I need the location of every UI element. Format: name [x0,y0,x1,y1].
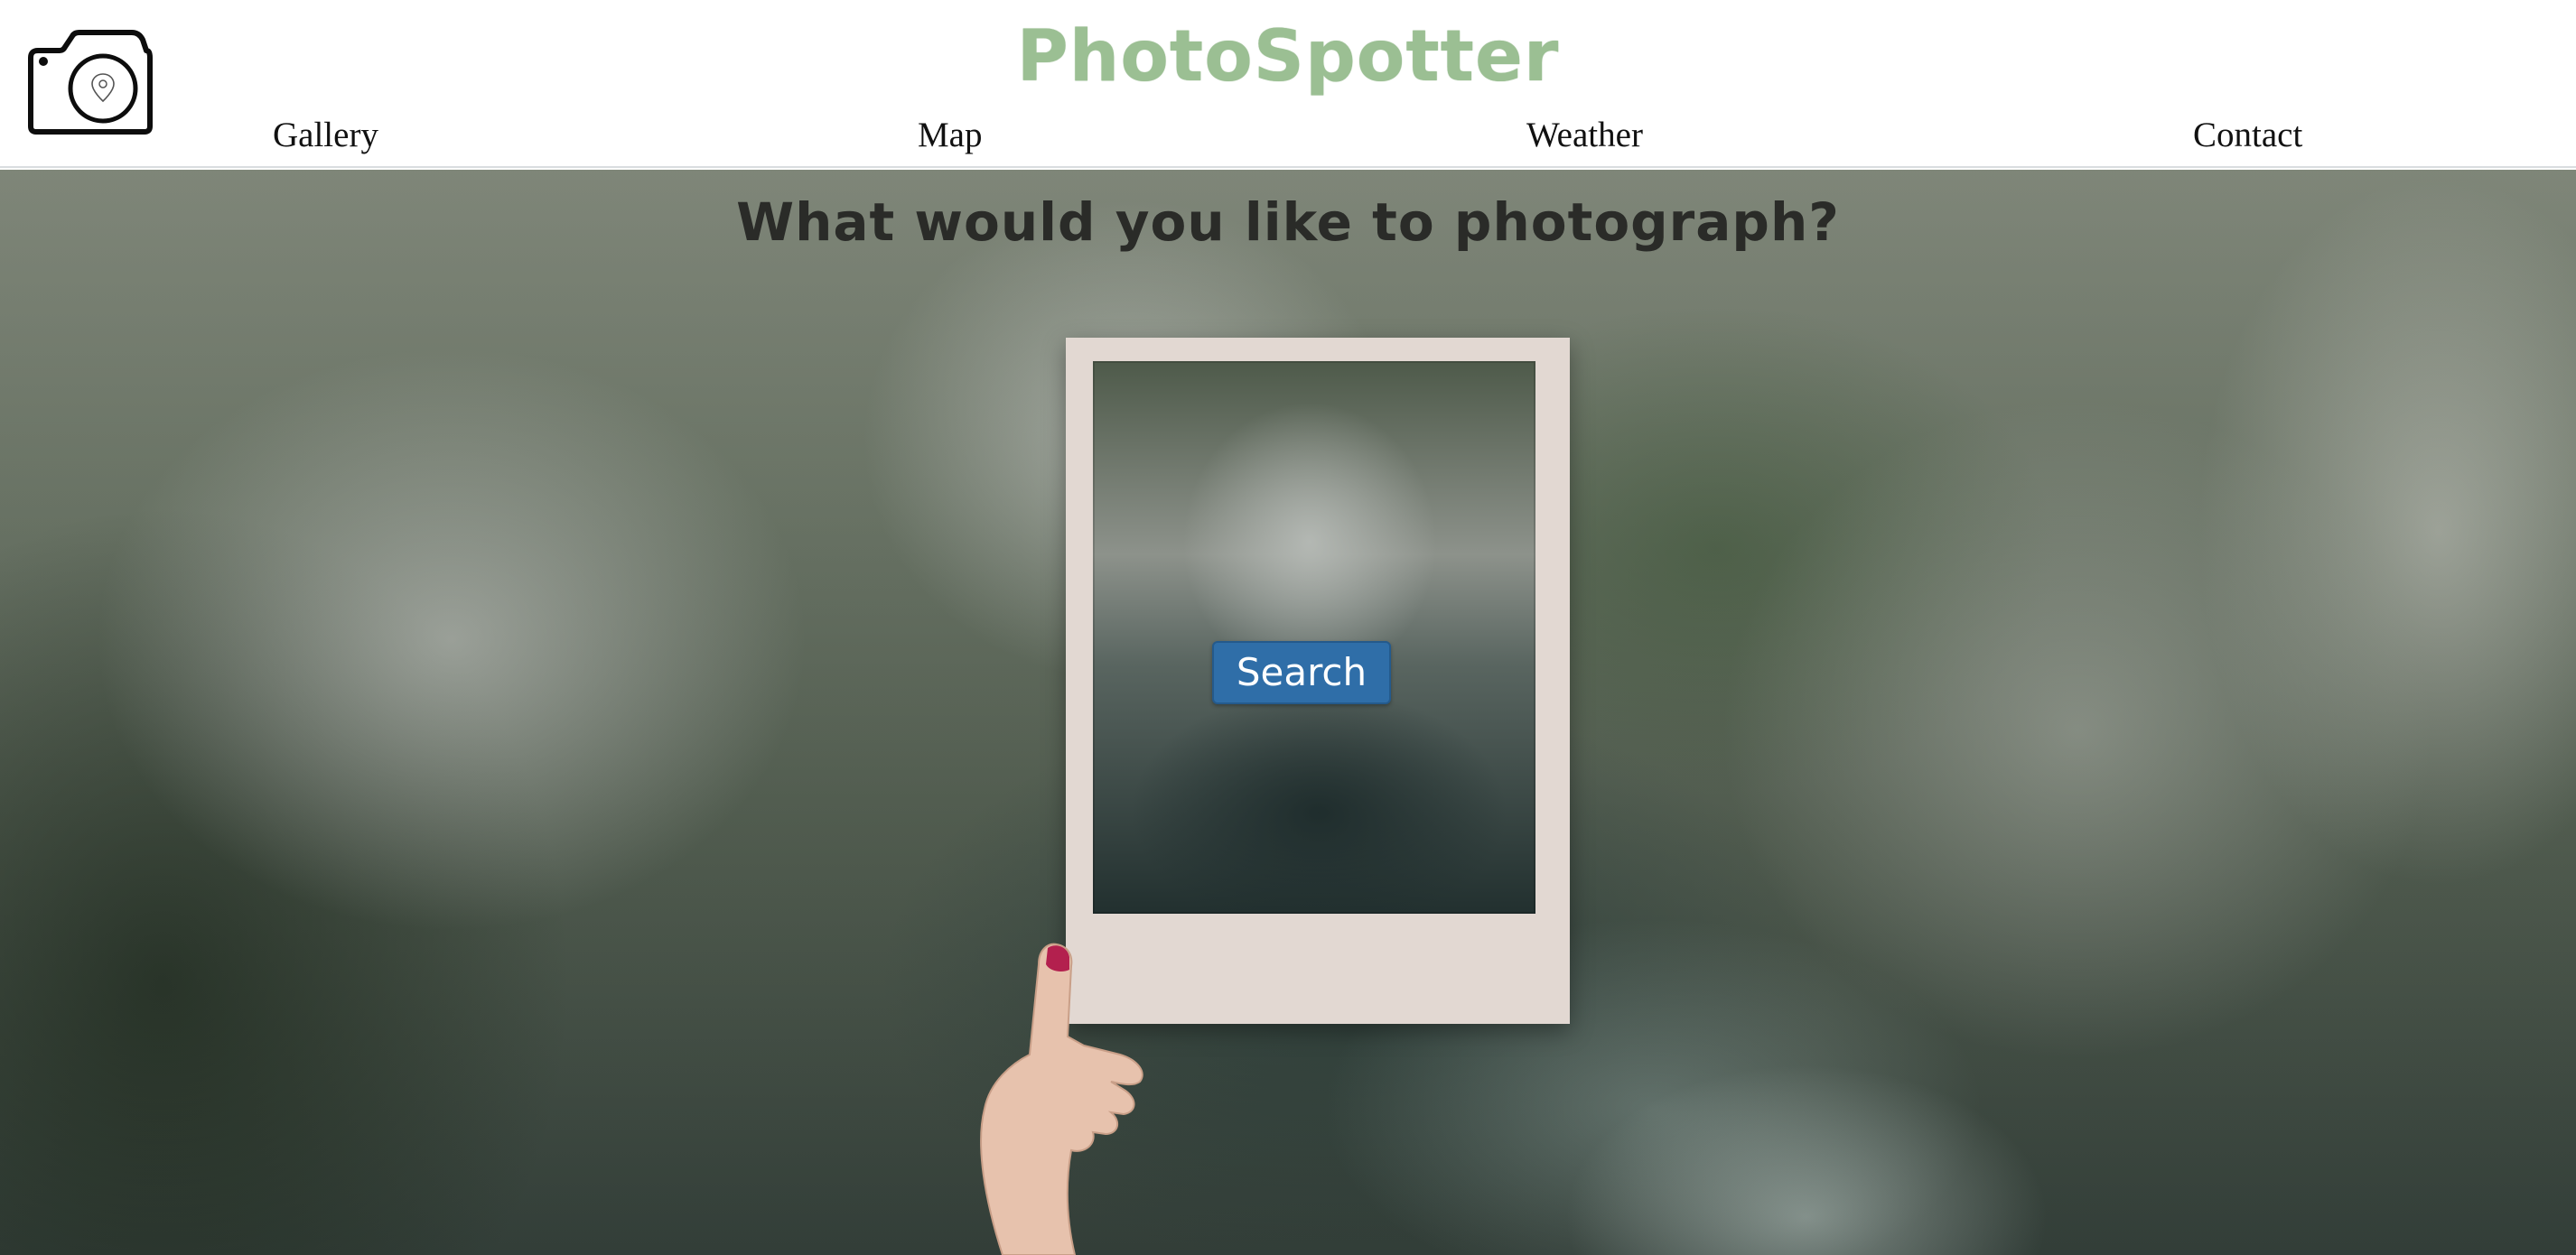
nav-map-link[interactable]: Map [918,110,983,161]
search-button[interactable]: Search [1212,641,1391,704]
hand-image [980,943,1143,1255]
nav-gallery-link[interactable]: Gallery [273,110,378,161]
polaroid-window [1093,361,1535,914]
nav-contact-link[interactable]: Contact [2193,110,2302,161]
nav-weather-link[interactable]: Weather [1526,110,1643,161]
brand-title[interactable]: PhotoSpotter [0,16,2576,98]
site-header: PhotoSpotter Gallery Map Weather Contact [0,0,2576,168]
hero-section: What would you like to photograph? Searc… [0,170,2576,1255]
hero-heading: What would you like to photograph? [736,191,1840,253]
main-nav: Gallery Map Weather Contact [0,110,2576,161]
